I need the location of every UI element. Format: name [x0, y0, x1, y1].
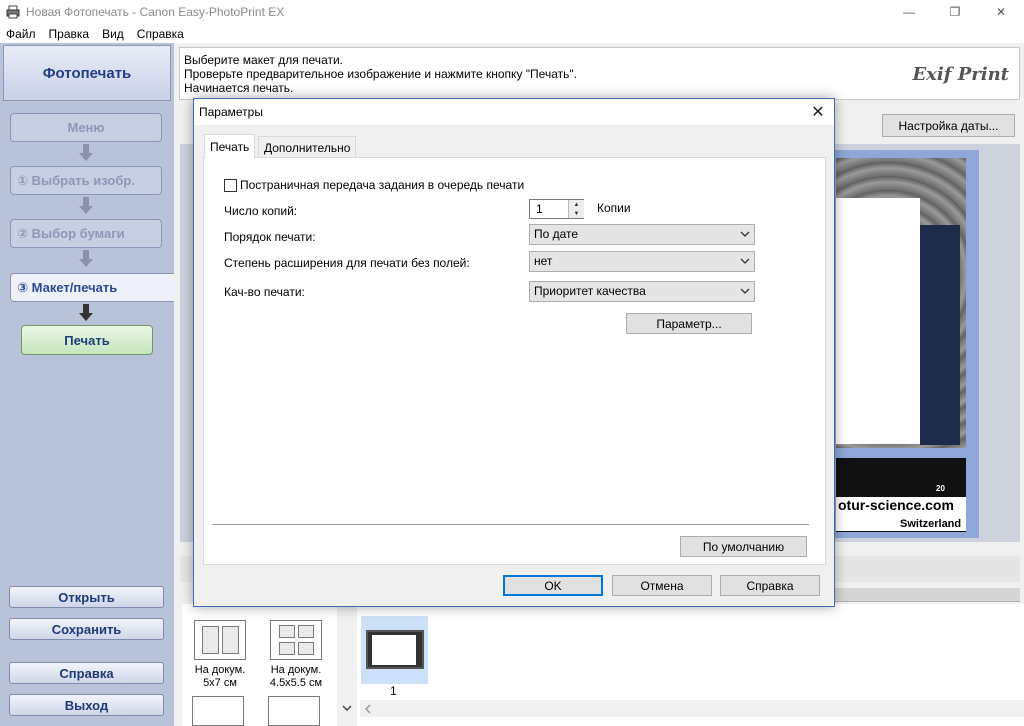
spin-arrows-icon[interactable]: ▲ ▼ [568, 200, 584, 218]
copies-label: Число копий: [224, 204, 298, 218]
date-settings-button[interactable]: Настройка даты... [882, 114, 1015, 137]
close-icon[interactable]: ✕ [808, 102, 828, 122]
tab-panel [203, 157, 826, 565]
copies-stepper[interactable]: 1 ▲ ▼ [529, 199, 584, 219]
instruction-line: Выберите макет для печати. [184, 53, 344, 67]
instructions-box: Выберите макет для печати. Проверьте пре… [179, 47, 1020, 100]
chevron-left-icon[interactable] [364, 704, 372, 714]
spin-down-icon[interactable]: ▼ [569, 209, 584, 218]
thumbnail-image[interactable] [366, 630, 424, 669]
menu-bar: Файл Правка Вид Справка [0, 24, 1024, 43]
layout-label: На докум. [194, 664, 246, 676]
quality-label: Кач-во печати: [224, 285, 305, 299]
thumbnail-number: 1 [390, 684, 397, 698]
layout-option-4.5x5.5[interactable]: На докум. 4.5x5.5 см [266, 620, 326, 690]
layout-cell [278, 641, 295, 655]
preview-photo-white-area [836, 198, 920, 444]
print-order-select[interactable]: По дате [529, 224, 755, 245]
copies-unit-label: Копии [597, 201, 631, 215]
arrow-down-icon [79, 250, 93, 267]
layout-label: 5x7 см [203, 677, 237, 689]
instruction-line: Проверьте предварительное изображение и … [184, 67, 577, 81]
page-spool-checkbox[interactable] [224, 178, 237, 192]
chevron-down-icon [740, 288, 750, 294]
page-spool-checkbox-row[interactable]: Постраничная передача задания в очередь … [224, 178, 524, 192]
exit-button[interactable]: Выход [9, 694, 164, 716]
defaults-button[interactable]: По умолчанию [680, 536, 807, 557]
dialog-separator [212, 524, 809, 525]
menu-view[interactable]: Вид [102, 27, 124, 41]
print-button[interactable]: Печать [21, 325, 153, 355]
arrow-down-icon [79, 197, 93, 214]
chevron-down-icon [740, 258, 750, 264]
maximize-button[interactable]: ❐ [932, 0, 978, 24]
page-spool-label: Постраничная передача задания в очередь … [240, 178, 525, 192]
layout-cell [201, 626, 219, 654]
print-order-value: По дате [534, 227, 579, 241]
quality-value: Приоритет качества [534, 284, 646, 298]
layout-option-more[interactable] [268, 696, 320, 726]
app-section-header: Фотопечать [3, 45, 171, 101]
extension-value: нет [534, 254, 553, 268]
layout-cell [278, 625, 295, 639]
preview-photo-person [920, 225, 960, 445]
instruction-line: Начинается печать. [184, 81, 294, 95]
layout-option-more[interactable] [192, 696, 244, 726]
cancel-button[interactable]: Отмена [612, 575, 712, 596]
chevron-down-icon[interactable] [342, 704, 352, 712]
ok-button[interactable]: OK [503, 575, 603, 596]
tab-advanced[interactable]: Дополнительно [258, 136, 357, 158]
copies-value: 1 [536, 202, 543, 216]
arrow-down-icon [79, 304, 93, 321]
layout-cell [297, 641, 314, 655]
minimize-button[interactable]: — [886, 0, 932, 24]
open-button[interactable]: Открыть [9, 586, 164, 608]
parameter-button[interactable]: Параметр... [626, 313, 752, 334]
extension-label: Степень расширения для печати без полей: [224, 256, 470, 270]
menu-edit[interactable]: Правка [49, 27, 90, 41]
title-bar: Новая Фотопечать - Canon Easy-PhotoPrint… [0, 0, 1024, 24]
step-paper-selection-button[interactable]: ② Выбор бумаги [10, 219, 162, 248]
dialog-title: Параметры [199, 105, 263, 119]
exif-print-logo: Exif Print [912, 64, 1009, 85]
window-title: Новая Фотопечать - Canon Easy-PhotoPrint… [26, 5, 285, 19]
layout-4up-icon [270, 620, 322, 660]
print-order-label: Порядок печати: [224, 230, 316, 244]
step-layout-print-button[interactable]: ③ Макет/печать [10, 273, 174, 302]
preview-number: 20 [936, 484, 945, 493]
step-select-images-button[interactable]: ① Выбрать изобр. [10, 166, 162, 195]
window-controls: — ❐ ✕ [886, 0, 1024, 24]
layout-cell [297, 625, 314, 639]
layout-label: На докум. [270, 664, 322, 676]
tab-print[interactable]: Печать [204, 134, 256, 159]
layout-cell [221, 626, 239, 654]
help-button[interactable]: Справка [9, 662, 164, 684]
step-menu-button[interactable]: Меню [10, 113, 162, 142]
layout-2up-icon [194, 620, 246, 660]
thumbnail-scrollbar[interactable] [360, 700, 1024, 717]
chevron-down-icon [740, 231, 750, 237]
menu-file[interactable]: Файл [6, 27, 36, 41]
parameters-dialog: Параметры ✕ Печать Дополнительно Постран… [193, 98, 835, 607]
quality-select[interactable]: Приоритет качества [529, 281, 755, 302]
printer-icon [6, 5, 20, 19]
left-navigation-panel: Фотопечать Меню ① Выбрать изобр. ② Выбор… [0, 43, 174, 726]
menu-help[interactable]: Справка [137, 27, 184, 41]
arrow-down-icon [79, 144, 93, 161]
dialog-title-bar: Параметры ✕ [194, 99, 834, 125]
save-button[interactable]: Сохранить [9, 618, 164, 640]
layout-label: 4.5x5.5 см [269, 677, 323, 689]
preview-site-subtext: Switzerland [900, 518, 962, 530]
layout-option-5x7[interactable]: На докум. 5x7 см [190, 620, 250, 690]
close-window-button[interactable]: ✕ [978, 0, 1024, 24]
thumbnail-white-area [372, 635, 416, 665]
layouts-scrollbar[interactable] [337, 604, 357, 726]
dialog-help-button[interactable]: Справка [720, 575, 820, 596]
extension-select[interactable]: нет [529, 251, 755, 272]
layouts-panel: На докум. 5x7 см На докум. 4.5x5.5 см [182, 604, 360, 726]
